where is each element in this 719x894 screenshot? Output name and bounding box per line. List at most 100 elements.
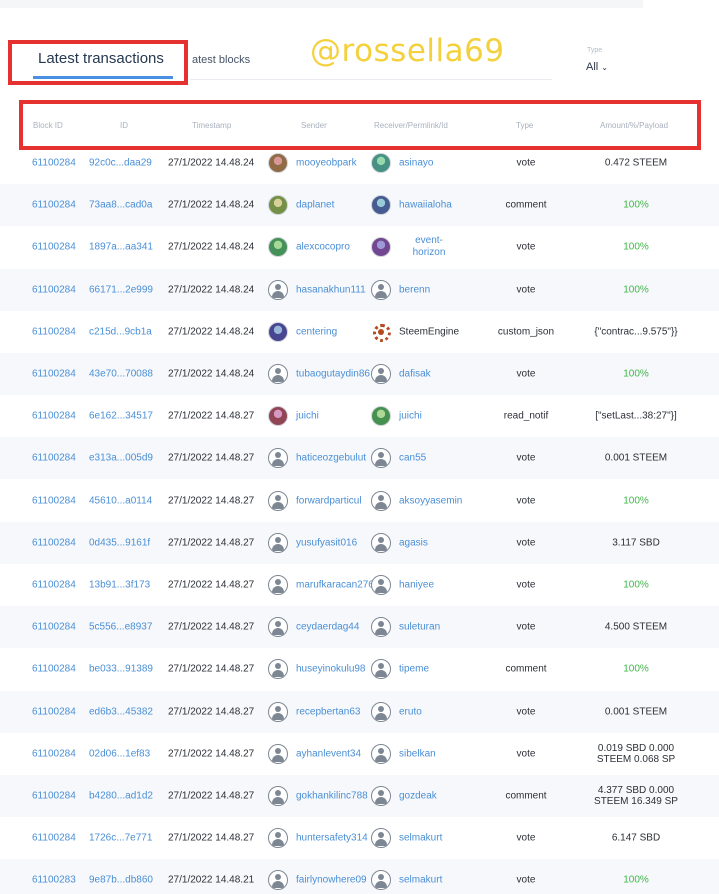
sender-link[interactable]: tubaogutaydin86 (296, 369, 370, 380)
transaction-id-link[interactable]: b4280...ad1d2 (89, 791, 153, 802)
receiver-avatar[interactable] (371, 448, 391, 469)
receiver-link[interactable]: selmakurt (399, 833, 442, 844)
receiver-link[interactable]: dafisak (399, 369, 431, 380)
receiver-avatar[interactable] (371, 237, 391, 258)
sender-link[interactable]: daplanet (296, 200, 334, 211)
transaction-id-link[interactable]: 9e87b...db860 (89, 875, 153, 886)
block-id-link[interactable]: 61100284 (32, 580, 76, 591)
receiver-link[interactable]: suleturan (399, 622, 440, 633)
sender-avatar[interactable] (268, 364, 288, 384)
type-filter-select[interactable]: All ⌄ (586, 61, 608, 73)
block-id-link[interactable]: 61100284 (32, 158, 76, 169)
sender-link[interactable]: ceydaerdag44 (296, 622, 359, 633)
receiver-link[interactable]: asinayo (399, 158, 433, 169)
receiver-link[interactable]: sibelkan (399, 748, 436, 759)
transaction-id-link[interactable]: 43e70...70088 (89, 369, 153, 380)
sender-avatar[interactable] (268, 195, 288, 216)
receiver-link[interactable]: tipeme (399, 664, 429, 675)
sender-link[interactable]: huntersafety314 (296, 833, 368, 844)
receiver-avatar[interactable] (371, 743, 391, 764)
transaction-id-link[interactable]: 1897a...aa341 (89, 242, 153, 253)
transaction-id-link[interactable]: 73aa8...cad0a (89, 200, 152, 211)
transaction-id-link[interactable]: 13b91...3f173 (89, 580, 150, 591)
block-id-link[interactable]: 61100284 (32, 664, 76, 675)
transaction-id-link[interactable]: 6e162...34517 (89, 411, 153, 422)
sender-link[interactable]: forwardparticul (296, 495, 362, 506)
sender-link[interactable]: haticeozgebulut (296, 453, 366, 464)
receiver-link[interactable]: aksoyyasemin (399, 495, 462, 506)
receiver-avatar[interactable] (371, 279, 391, 300)
receiver-avatar[interactable] (371, 828, 391, 849)
block-id-link[interactable]: 61100284 (32, 622, 76, 633)
receiver-link[interactable]: SteemEngine (399, 326, 459, 337)
sender-avatar[interactable] (268, 490, 288, 511)
receiver-avatar[interactable] (371, 490, 391, 511)
transaction-id-link[interactable]: be033...91389 (89, 664, 153, 675)
receiver-link[interactable]: berenn (399, 284, 430, 295)
sender-avatar[interactable] (268, 153, 288, 173)
receiver-avatar[interactable] (371, 406, 391, 427)
block-id-link[interactable]: 61100284 (32, 369, 76, 380)
transaction-id-link[interactable]: 45610...a0114 (89, 495, 152, 506)
sender-link[interactable]: gokhankilinc788 (296, 791, 368, 802)
sender-avatar[interactable] (268, 448, 288, 469)
receiver-avatar[interactable] (371, 870, 391, 891)
block-id-link[interactable]: 61100284 (32, 326, 76, 337)
sender-avatar[interactable] (268, 617, 288, 638)
block-id-link[interactable]: 61100284 (32, 284, 76, 295)
sender-avatar[interactable] (268, 575, 288, 595)
receiver-avatar[interactable] (371, 617, 391, 638)
receiver-avatar[interactable] (371, 153, 391, 173)
block-id-link[interactable]: 61100284 (32, 537, 76, 548)
transaction-id-link[interactable]: c215d...9cb1a (89, 326, 152, 337)
block-id-link[interactable]: 61100283 (32, 875, 76, 886)
sender-link[interactable]: juichi (296, 411, 319, 422)
sender-avatar[interactable] (268, 828, 288, 849)
receiver-avatar[interactable] (371, 786, 391, 806)
receiver-avatar[interactable] (371, 195, 391, 216)
sender-link[interactable]: ayhanlevent34 (296, 748, 361, 759)
block-id-link[interactable]: 61100284 (32, 200, 76, 211)
receiver-link[interactable]: eruto (399, 706, 422, 717)
receiver-avatar[interactable] (371, 659, 391, 680)
transaction-id-link[interactable]: 92c0c...daa29 (89, 158, 152, 169)
sender-avatar[interactable] (268, 786, 288, 806)
receiver-avatar[interactable] (371, 364, 391, 384)
block-id-link[interactable]: 61100284 (32, 411, 76, 422)
transaction-id-link[interactable]: 66171...2e999 (89, 284, 153, 295)
transaction-id-link[interactable]: 1726c...7e771 (89, 833, 152, 844)
tab-latest-blocks[interactable]: atest blocks (192, 54, 250, 66)
sender-link[interactable]: recepbertan63 (296, 706, 361, 717)
receiver-avatar[interactable] (371, 575, 391, 595)
block-id-link[interactable]: 61100284 (32, 791, 76, 802)
sender-link[interactable]: centering (296, 326, 337, 337)
receiver-link[interactable]: gozdeak (399, 791, 437, 802)
block-id-link[interactable]: 61100284 (32, 453, 76, 464)
block-id-link[interactable]: 61100284 (32, 748, 76, 759)
sender-link[interactable]: alexcocopro (296, 242, 350, 253)
transaction-id-link[interactable]: 02d06...1ef83 (89, 748, 150, 759)
transaction-id-link[interactable]: ed6b3...45382 (89, 706, 153, 717)
steem-engine-gear-icon[interactable] (371, 321, 391, 342)
receiver-avatar[interactable] (371, 701, 391, 722)
receiver-link[interactable]: juichi (399, 411, 422, 422)
sender-link[interactable]: marufkaracan276 (296, 580, 374, 591)
transaction-id-link[interactable]: 5c556...e8937 (89, 622, 152, 633)
sender-link[interactable]: huseyinokulu98 (296, 664, 366, 675)
sender-link[interactable]: yusufyasit016 (296, 537, 357, 548)
receiver-link[interactable]: haniyee (399, 580, 434, 591)
sender-link[interactable]: fairlynowhere09 (296, 875, 367, 886)
block-id-link[interactable]: 61100284 (32, 706, 76, 717)
sender-avatar[interactable] (268, 659, 288, 680)
receiver-link[interactable]: agasis (399, 537, 428, 548)
sender-avatar[interactable] (268, 743, 288, 764)
sender-link[interactable]: hasanakhun111 (296, 284, 366, 295)
sender-link[interactable]: mooyeobpark (296, 158, 357, 169)
receiver-link[interactable]: selmakurt (399, 875, 442, 886)
sender-avatar[interactable] (268, 870, 288, 891)
receiver-avatar[interactable] (371, 532, 391, 553)
sender-avatar[interactable] (268, 406, 288, 427)
receiver-link[interactable]: event-horizon (405, 235, 453, 259)
sender-avatar[interactable] (268, 237, 288, 258)
transaction-id-link[interactable]: e313a...005d9 (89, 453, 153, 464)
